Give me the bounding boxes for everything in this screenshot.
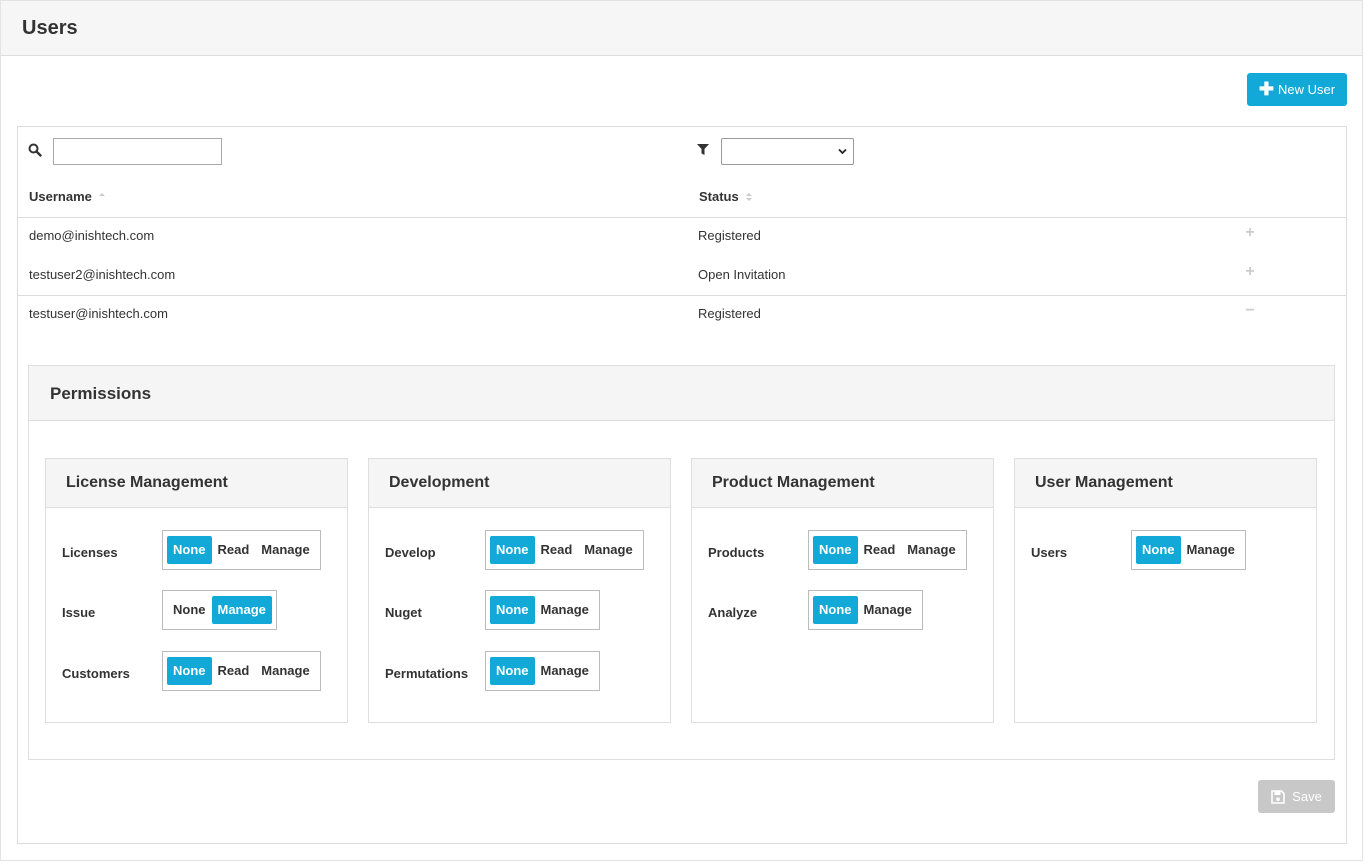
- option-manage[interactable]: Manage: [255, 536, 315, 564]
- option-none[interactable]: None: [813, 536, 858, 564]
- permission-row-issue: Issue None Manage: [46, 590, 347, 630]
- permission-label: Analyze: [708, 605, 758, 620]
- column-header-username-label: Username: [29, 189, 92, 204]
- save-button[interactable]: Save: [1258, 780, 1335, 813]
- plus-icon: ✚: [1258, 78, 1274, 99]
- permission-group-license-management: License Management Licenses None Read Ma…: [45, 458, 348, 723]
- expand-icon[interactable]: +: [1243, 264, 1257, 280]
- option-manage[interactable]: Manage: [535, 596, 595, 624]
- floppy-disk-icon: [1271, 789, 1285, 804]
- permission-row-analyze: Analyze None Manage: [692, 590, 993, 630]
- permissions-panel: Permissions License Management Licenses …: [28, 365, 1335, 760]
- permission-label: Products: [708, 545, 765, 560]
- permission-group-product-management: Product Management Products None Read Ma…: [691, 458, 994, 723]
- page-header: Users: [1, 1, 1362, 56]
- option-read[interactable]: Read: [212, 536, 256, 564]
- row-status: Registered: [698, 306, 761, 321]
- option-none[interactable]: None: [490, 596, 535, 624]
- option-none[interactable]: None: [167, 536, 212, 564]
- column-header-status-label: Status: [699, 189, 739, 204]
- option-none[interactable]: None: [167, 596, 212, 624]
- new-user-label: New User: [1278, 82, 1336, 97]
- permission-selector: None Manage: [1131, 530, 1246, 570]
- option-manage[interactable]: Manage: [535, 657, 595, 685]
- option-read[interactable]: Read: [212, 657, 256, 685]
- option-manage[interactable]: Manage: [858, 596, 918, 624]
- table-row[interactable]: testuser@inishtech.com Registered −: [18, 295, 1346, 333]
- permission-selector: None Read Manage: [485, 530, 644, 570]
- option-none[interactable]: None: [1136, 536, 1181, 564]
- permission-selector: None Manage: [485, 651, 600, 691]
- search-input[interactable]: [53, 138, 222, 165]
- sort-icon: [745, 192, 752, 201]
- group-header: Product Management: [692, 459, 993, 508]
- expand-icon[interactable]: +: [1243, 225, 1257, 241]
- collapse-icon[interactable]: −: [1243, 303, 1257, 319]
- row-status: Registered: [698, 228, 761, 243]
- permission-label: Customers: [62, 666, 130, 681]
- group-header: User Management: [1015, 459, 1316, 508]
- group-header: Development: [369, 459, 670, 508]
- sort-ascending-icon: [98, 192, 105, 196]
- permission-row-users: Users None Manage: [1015, 530, 1316, 570]
- permission-selector: None Read Manage: [162, 530, 321, 570]
- new-user-button[interactable]: ✚ New User: [1247, 73, 1347, 106]
- users-page: Users ✚ New User Username Status demo@in…: [0, 0, 1363, 861]
- option-none[interactable]: None: [167, 657, 212, 685]
- option-manage[interactable]: Manage: [1181, 536, 1241, 564]
- filter-icon: [697, 144, 709, 155]
- group-title: Product Management: [712, 474, 875, 491]
- group-title: User Management: [1035, 474, 1173, 491]
- permission-label: Licenses: [62, 545, 118, 560]
- option-read[interactable]: Read: [535, 536, 579, 564]
- users-table-panel: Username Status demo@inishtech.com Regis…: [17, 126, 1347, 844]
- permission-label: Issue: [62, 605, 96, 620]
- status-filter-select[interactable]: [721, 138, 854, 165]
- permission-selector: None Read Manage: [808, 530, 967, 570]
- permissions-header: Permissions: [29, 366, 1334, 421]
- option-none[interactable]: None: [490, 657, 535, 685]
- group-title: Development: [389, 474, 490, 491]
- group-header: License Management: [46, 459, 347, 508]
- page-title: Users: [22, 17, 78, 39]
- group-title: License Management: [66, 474, 228, 491]
- permission-group-user-management: User Management Users None Manage: [1014, 458, 1317, 723]
- chevron-down-icon: [838, 148, 847, 155]
- permission-row-permutations: Permutations None Manage: [369, 651, 670, 691]
- permissions-title: Permissions: [50, 384, 152, 403]
- permission-label: Permutations: [385, 666, 469, 681]
- permission-label: Nuget: [385, 605, 422, 620]
- permission-label: Develop: [385, 545, 436, 560]
- option-none[interactable]: None: [490, 536, 535, 564]
- permission-selector: None Manage: [162, 590, 277, 630]
- permission-label: Users: [1031, 545, 1068, 560]
- save-label: Save: [1292, 789, 1322, 804]
- option-manage[interactable]: Manage: [255, 657, 315, 685]
- permission-selector: None Manage: [808, 590, 923, 630]
- permission-row-licenses: Licenses None Read Manage: [46, 530, 347, 570]
- table-row[interactable]: testuser2@inishtech.com Open Invitation …: [18, 256, 1346, 294]
- option-none[interactable]: None: [813, 596, 858, 624]
- permission-selector: None Manage: [485, 590, 600, 630]
- option-read[interactable]: Read: [858, 536, 902, 564]
- permission-row-customers: Customers None Read Manage: [46, 651, 347, 691]
- row-status: Open Invitation: [698, 267, 786, 282]
- permission-group-development: Development Develop None Read Manage Nug…: [368, 458, 671, 723]
- option-manage[interactable]: Manage: [578, 536, 638, 564]
- row-username: demo@inishtech.com: [29, 228, 155, 243]
- row-username: testuser@inishtech.com: [29, 306, 168, 321]
- option-manage[interactable]: Manage: [901, 536, 961, 564]
- permission-row-nuget: Nuget None Manage: [369, 590, 670, 630]
- option-manage[interactable]: Manage: [211, 596, 272, 624]
- table-row[interactable]: demo@inishtech.com Registered +: [18, 217, 1346, 255]
- column-header-status[interactable]: Status: [699, 189, 753, 204]
- column-header-username[interactable]: Username: [29, 189, 106, 204]
- permission-row-develop: Develop None Read Manage: [369, 530, 670, 570]
- search-icon: [28, 143, 42, 157]
- row-username: testuser2@inishtech.com: [29, 267, 176, 282]
- permission-row-products: Products None Read Manage: [692, 530, 993, 570]
- permission-selector: None Read Manage: [162, 651, 321, 691]
